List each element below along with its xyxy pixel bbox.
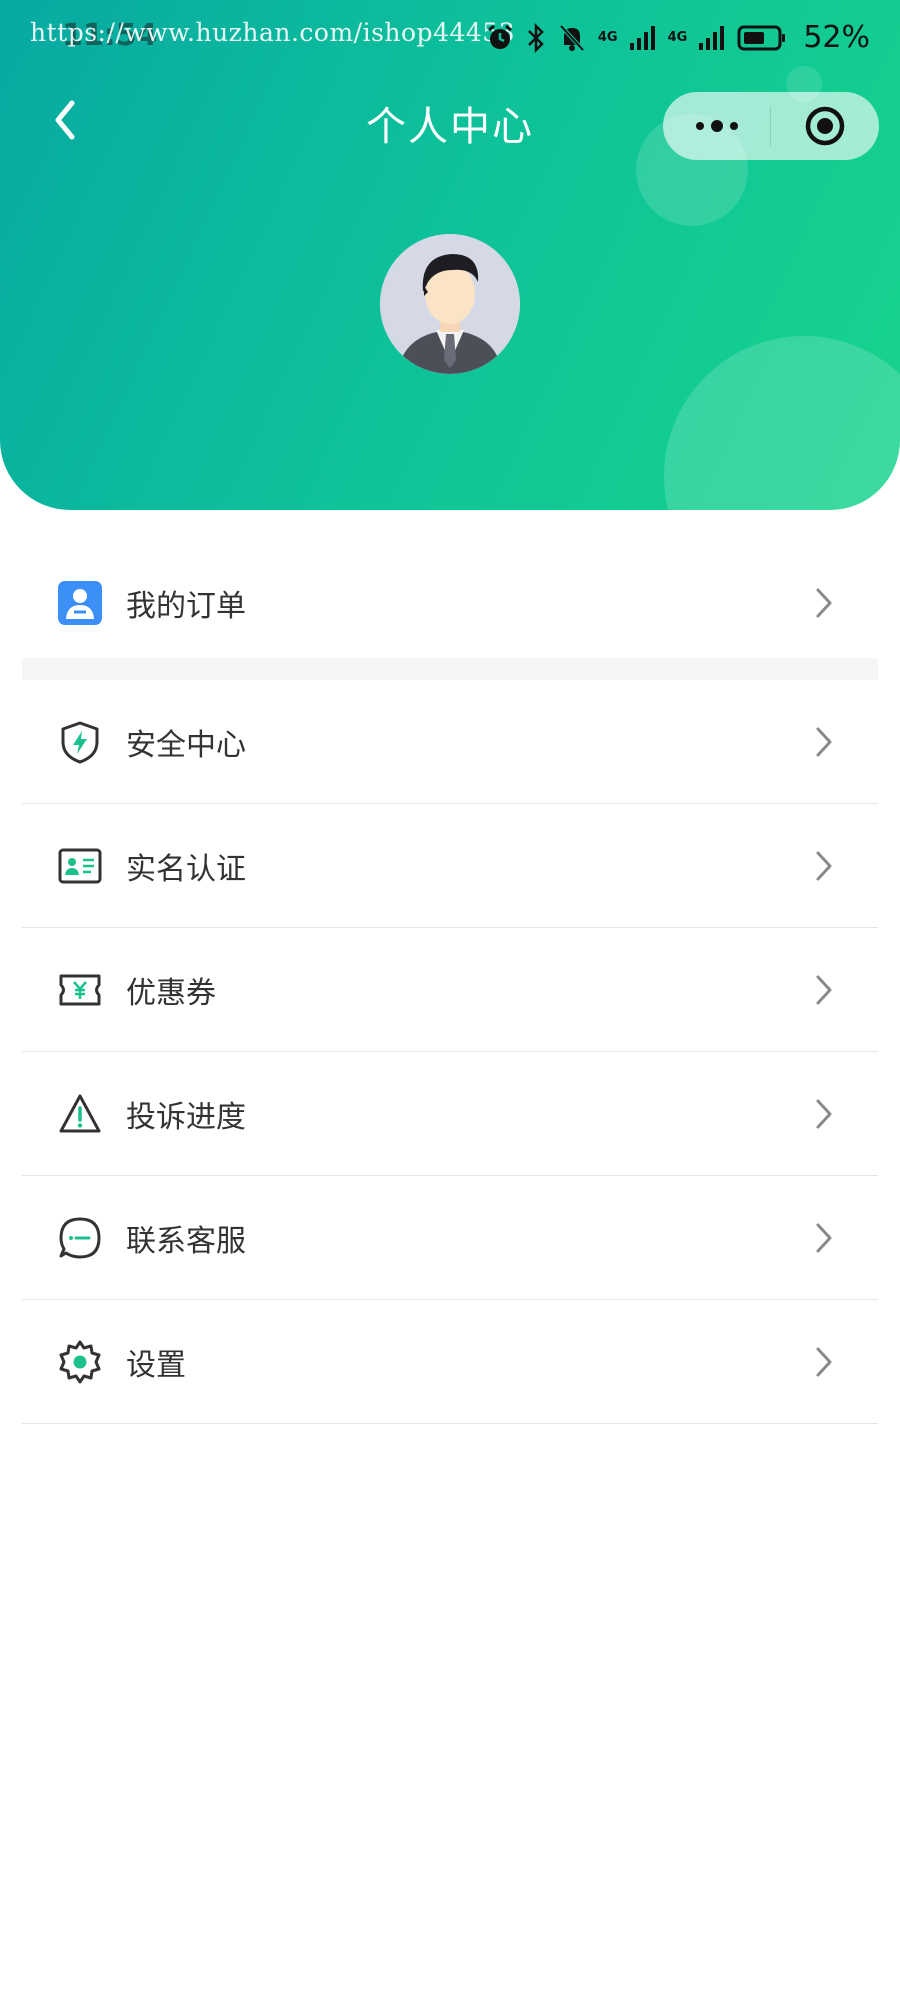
menu-item-label: 我的订单: [126, 589, 246, 624]
more-dots-icon: [695, 120, 738, 132]
menu-item-label: 联系客服: [126, 1223, 246, 1259]
user-avatar-icon: [380, 234, 520, 374]
network-type-label: 4G: [667, 30, 688, 45]
section-gap: [22, 658, 878, 680]
profile-header: 11:54 https://www.huzhan.com/ishop44453 …: [0, 0, 900, 510]
network-type-label: 4G: [597, 30, 618, 45]
menu-item-label: 设置: [126, 1347, 186, 1383]
signal-icon: [629, 25, 655, 50]
id-card-icon: [58, 848, 102, 883]
menu-item-label: 实名认证: [126, 851, 246, 887]
chevron-right-icon: [816, 727, 832, 756]
target-close-icon: [805, 106, 844, 146]
menu-item-orders[interactable]: 我的订单: [22, 548, 878, 658]
more-button[interactable]: [663, 92, 770, 160]
chevron-right-icon: [816, 1099, 832, 1128]
bluetooth-icon: [527, 22, 544, 53]
watermark-text: https://www.huzhan.com/ishop44453: [30, 18, 516, 47]
menu-item-contact-support[interactable]: 联系客服: [22, 1176, 878, 1300]
menu-item-complaint-progress[interactable]: 投诉进度: [22, 1052, 878, 1176]
chevron-right-icon: [816, 1223, 832, 1252]
menu-list: 我的订单 安全中心 实名认证 优惠券 投诉进度 联系客服 设置: [22, 548, 878, 1424]
menu-item-coupons[interactable]: 优惠券: [22, 928, 878, 1052]
alarm-icon: [487, 24, 512, 49]
avatar[interactable]: [380, 234, 520, 374]
shield-icon: [61, 721, 99, 763]
chevron-right-icon: [816, 588, 832, 618]
order-icon: [58, 581, 102, 625]
menu-item-real-name-verification[interactable]: 实名认证: [22, 804, 878, 928]
menu-item-label: 投诉进度: [126, 1099, 246, 1135]
mute-bell-icon: [559, 24, 585, 51]
chevron-right-icon: [816, 975, 832, 1004]
menu-item-label: 安全中心: [126, 727, 246, 763]
menu-item-label: 优惠券: [126, 975, 216, 1011]
warning-icon: [59, 1094, 101, 1132]
chat-icon: [59, 1217, 101, 1258]
battery-percentage: 52%: [803, 20, 870, 55]
status-bar-right: 4G 4G 52%: [486, 20, 870, 55]
miniprogram-capsule: [663, 92, 879, 160]
menu-item-settings[interactable]: 设置: [22, 1300, 878, 1424]
chevron-right-icon: [816, 851, 832, 880]
coupon-icon: [59, 974, 101, 1005]
signal-icon: [699, 25, 725, 50]
menu-item-security-center[interactable]: 安全中心: [22, 680, 878, 804]
gear-icon: [59, 1340, 101, 1383]
decor-bubble: [664, 336, 900, 510]
close-miniprogram-button[interactable]: [771, 92, 878, 160]
battery-icon: [737, 25, 786, 50]
chevron-right-icon: [816, 1347, 832, 1376]
